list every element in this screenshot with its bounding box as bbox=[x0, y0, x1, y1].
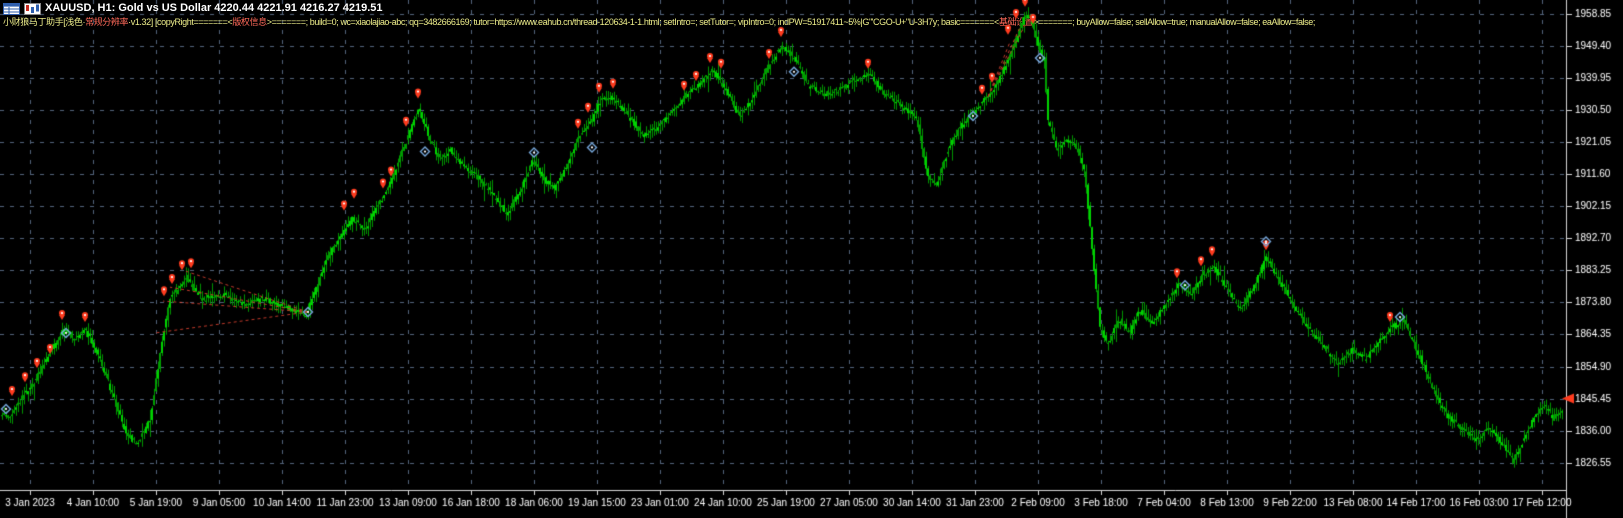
mt4-chart-window: XAUUSD, H1: Gold vs US Dollar 4220.44 42… bbox=[0, 0, 1623, 518]
price-chart-canvas[interactable] bbox=[0, 0, 1623, 518]
